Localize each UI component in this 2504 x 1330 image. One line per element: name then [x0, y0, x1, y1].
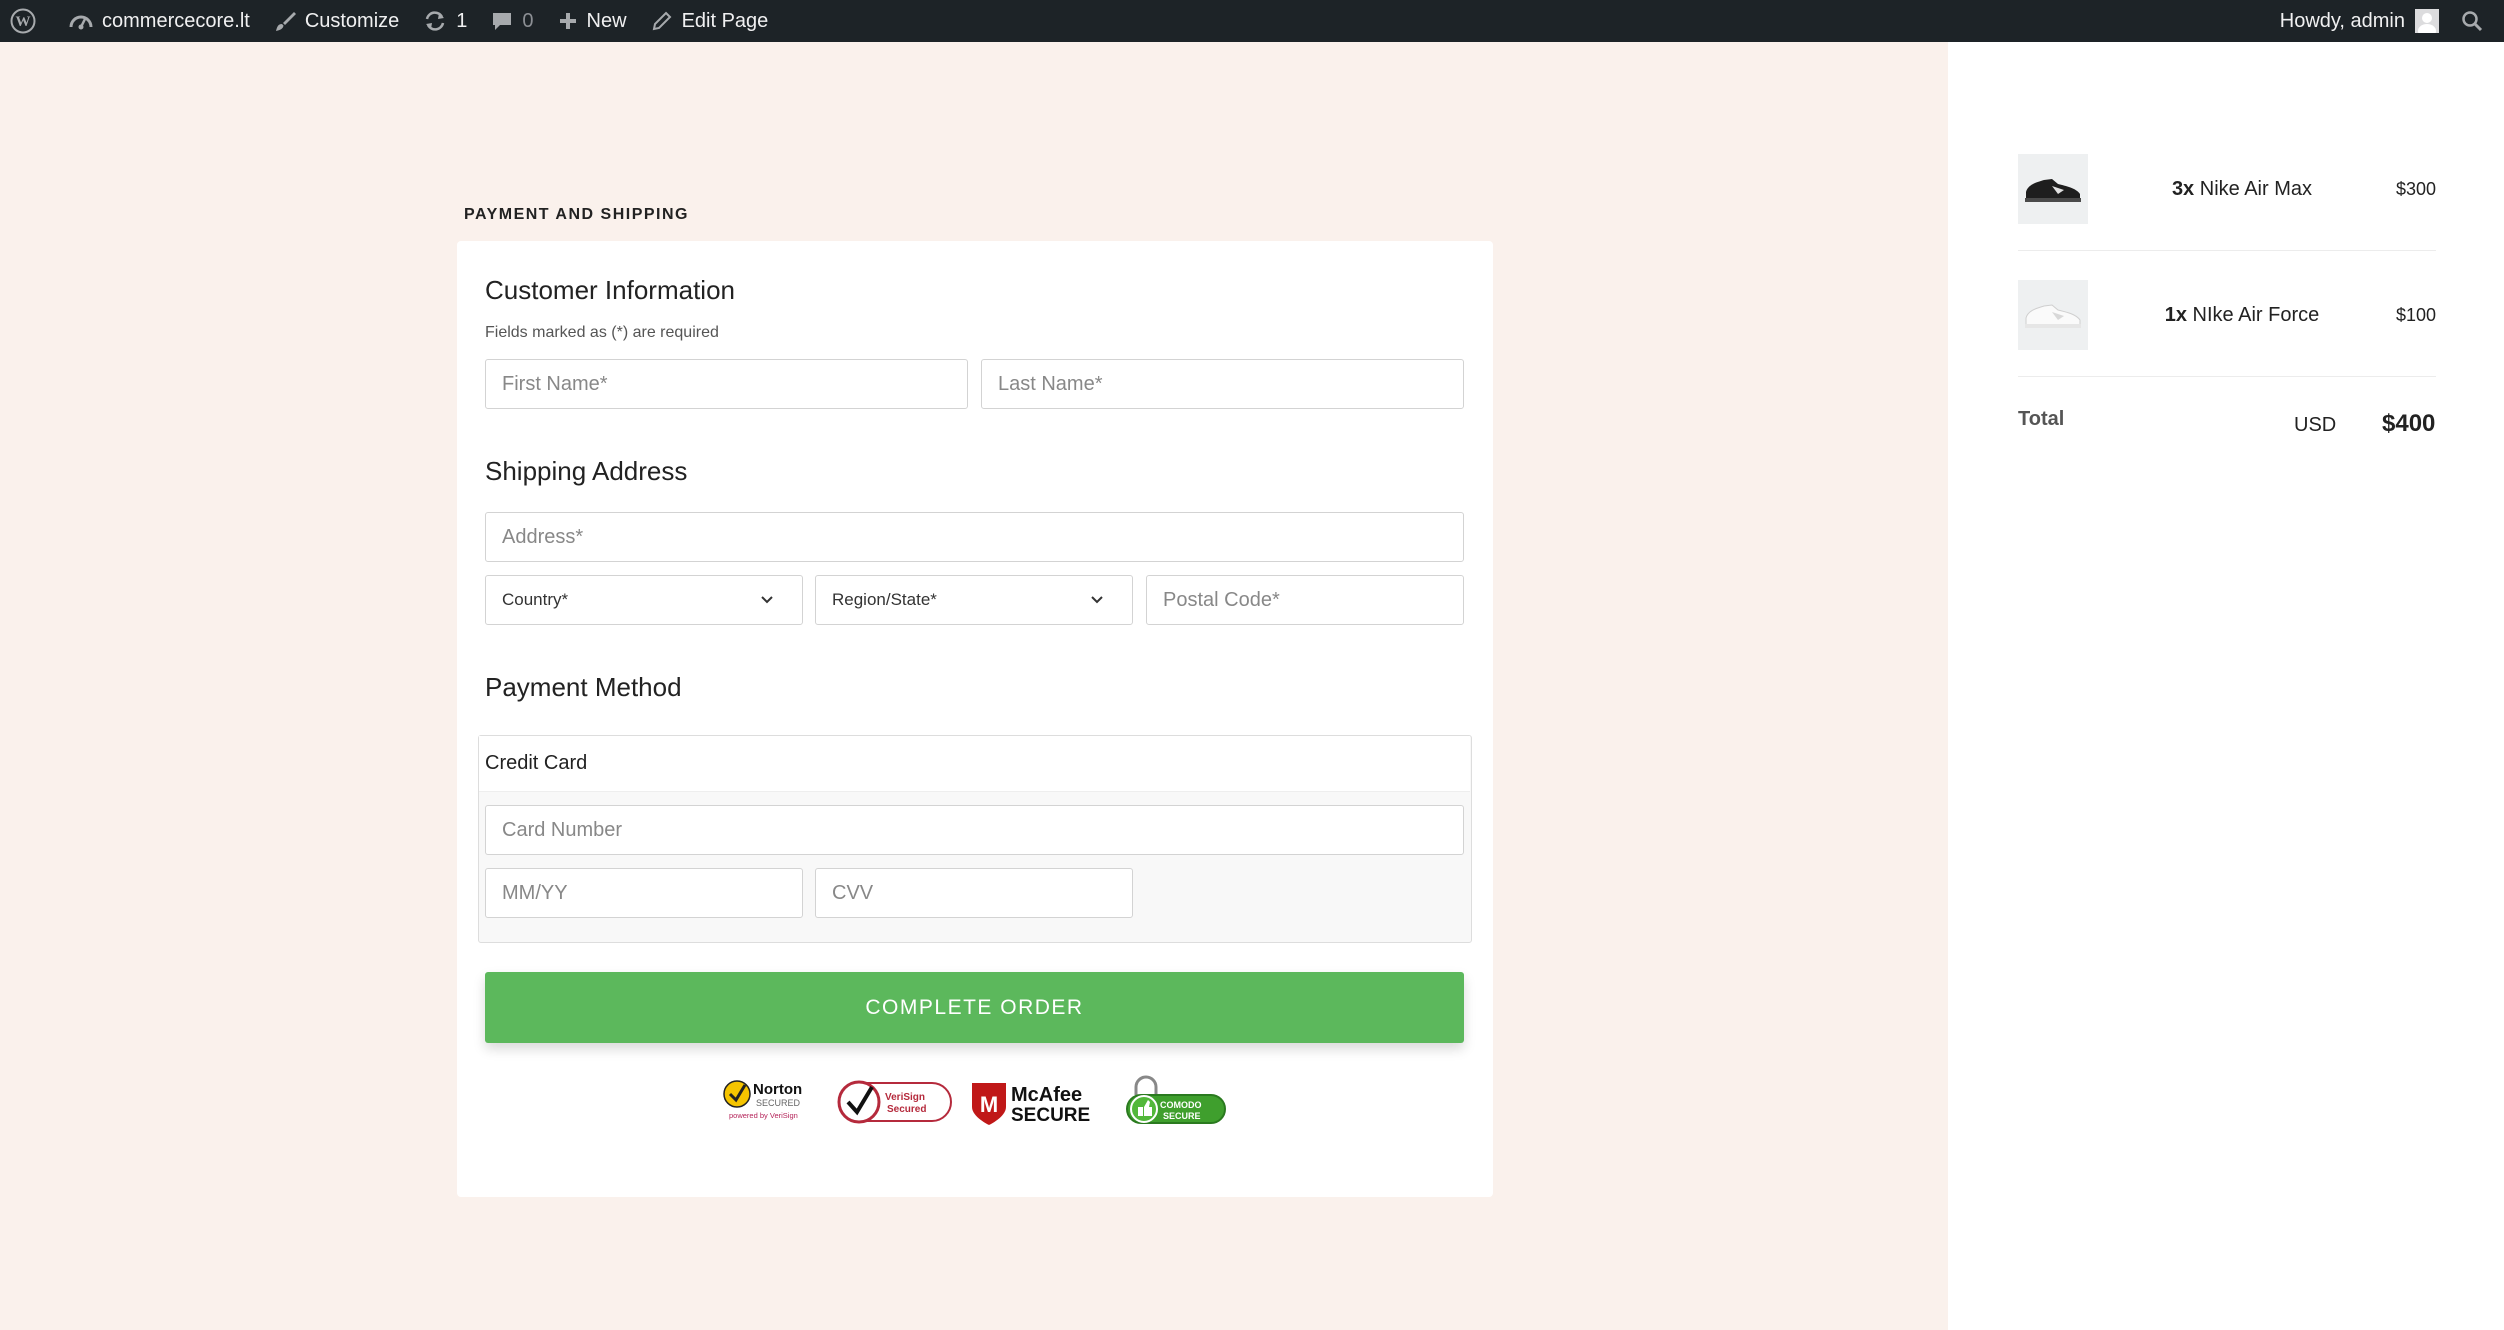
black-sneaker-thumbnail	[2018, 154, 2088, 224]
address-field[interactable]: Address*	[485, 512, 1464, 562]
svg-text:M: M	[980, 1092, 998, 1117]
customize-link[interactable]: Customize	[262, 0, 411, 42]
order-item-title: Nike Air Max	[2199, 177, 2312, 200]
comments-link[interactable]: 0	[479, 0, 545, 42]
sneaker-icon	[2025, 179, 2081, 202]
region-select-label: Region/State*	[832, 590, 937, 609]
summary-divider	[2018, 250, 2436, 251]
order-item-title: NIke Air Force	[2192, 303, 2320, 326]
customize-label: Customize	[304, 9, 400, 32]
norton-title: Norton	[753, 1081, 802, 1098]
mcafee-title: McAfee	[1011, 1084, 1082, 1106]
order-item-price: $100	[2395, 304, 2436, 325]
expiry-field[interactable]: MM/YY	[485, 868, 803, 918]
customer-info-heading: Customer Information	[485, 275, 735, 305]
my-account-link[interactable]: Howdy, admin	[2268, 0, 2453, 42]
checkout-card: Customer Information Fields marked as (*…	[457, 241, 1493, 1197]
order-item-qty: 3x	[2171, 177, 2195, 200]
order-item: 3x Nike Air Max $300	[2018, 154, 2436, 224]
chevron-down-icon	[761, 596, 773, 604]
summary-divider	[2018, 376, 2436, 377]
site-name-label: commercecore.lt	[102, 9, 250, 32]
sneaker-icon	[2025, 304, 2081, 328]
admin-bar: W commercecore.lt Customize 1 0 New Edit…	[0, 0, 2504, 42]
card-number-field[interactable]: Card Number	[485, 805, 1464, 855]
credit-card-panel: Credit Card Card Number MM/YY CVV	[478, 735, 1472, 943]
edit-page-link[interactable]: Edit Page	[639, 0, 781, 42]
required-note: Fields marked as (*) are required	[485, 324, 719, 341]
comments-count: 0	[522, 9, 534, 32]
svg-text:W: W	[16, 14, 31, 30]
order-item-name: 3x Nike Air Max	[2088, 178, 2396, 201]
cvv-field[interactable]: CVV	[815, 868, 1133, 918]
howdy-label: Howdy, admin	[2279, 9, 2405, 32]
credit-card-option[interactable]: Credit Card	[479, 736, 1470, 792]
norton-sub: SECURED	[756, 1098, 801, 1108]
order-item-qty: 1x	[2164, 303, 2187, 326]
first-name-field[interactable]: First Name*	[485, 359, 968, 409]
comodo-line2: SECURE	[1163, 1111, 1201, 1121]
mcafee-sub: SECURE	[1011, 1105, 1090, 1126]
section-title: PAYMENT AND SHIPPING	[464, 206, 689, 223]
country-select-label: Country*	[502, 590, 569, 609]
plus-icon	[559, 13, 576, 29]
trust-badges: Norton SECURED powered by VeriSign VeriS…	[723, 1075, 1226, 1126]
order-item-price: $300	[2395, 178, 2436, 199]
search-icon	[2462, 11, 2483, 32]
last-name-field[interactable]: Last Name*	[981, 359, 1464, 409]
dashboard-icon	[69, 15, 93, 30]
search-button[interactable]	[2453, 0, 2504, 42]
norton-powered: powered by VeriSign	[729, 1111, 798, 1120]
verisign-badge: VeriSign Secured	[837, 1080, 952, 1124]
verisign-line2: Secured	[887, 1104, 926, 1115]
pencil-icon	[652, 11, 671, 31]
credit-card-label: Credit Card	[485, 752, 588, 774]
brush-icon	[275, 12, 296, 31]
comodo-badge: COMODO SECURE	[1126, 1075, 1226, 1124]
new-content-link[interactable]: New	[546, 0, 639, 42]
wordpress-icon: W	[10, 8, 36, 34]
updates-count: 1	[456, 9, 468, 32]
refresh-icon	[426, 11, 445, 31]
total-value: $400	[2382, 410, 2436, 437]
total-currency: USD	[2294, 414, 2337, 436]
chevron-down-icon	[1091, 596, 1103, 604]
site-name-link[interactable]: commercecore.lt	[57, 0, 262, 42]
wordpress-logo-button[interactable]: W	[0, 0, 57, 42]
country-select[interactable]: Country*	[485, 575, 803, 625]
region-select[interactable]: Region/State*	[815, 575, 1133, 625]
postal-code-field[interactable]: Postal Code*	[1146, 575, 1464, 625]
payment-method-heading: Payment Method	[485, 672, 682, 702]
verisign-line1: VeriSign	[885, 1092, 925, 1103]
comment-icon	[493, 13, 512, 30]
total-label: Total	[2018, 408, 2065, 430]
updates-link[interactable]: 1	[411, 0, 479, 42]
order-item-name: 1x NIke Air Force	[2088, 304, 2396, 327]
edit-page-label: Edit Page	[681, 9, 769, 32]
avatar	[2415, 9, 2439, 33]
comodo-line1: COMODO	[1160, 1100, 1202, 1110]
order-item: 1x NIke Air Force $100	[2018, 280, 2436, 350]
shipping-address-heading: Shipping Address	[485, 456, 688, 486]
order-summary-panel: 3x Nike Air Max $300 1x NIke Air Force $…	[1948, 42, 2504, 1330]
mcafee-badge: M McAfee SECURE	[972, 1083, 1090, 1126]
white-sneaker-thumbnail	[2018, 280, 2088, 350]
norton-badge: Norton SECURED powered by VeriSign	[723, 1080, 802, 1120]
complete-order-button[interactable]: COMPLETE ORDER	[485, 972, 1464, 1043]
new-label: New	[586, 9, 627, 32]
